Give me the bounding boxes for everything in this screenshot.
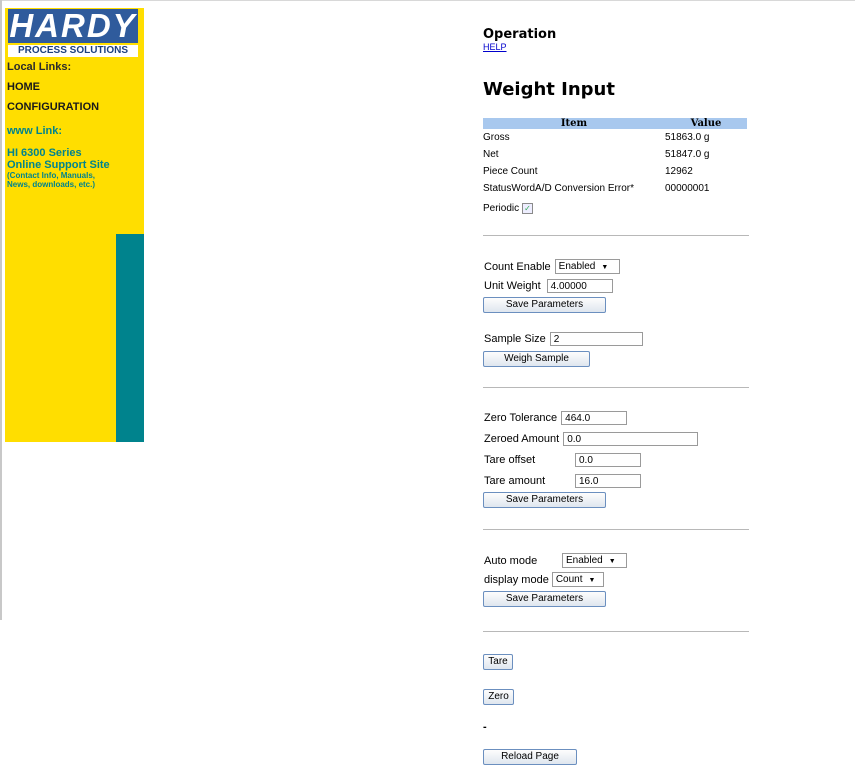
tare-offset-input[interactable]: 0.0 xyxy=(575,453,641,467)
sample-size-input[interactable]: 2 xyxy=(549,332,643,346)
auto-mode-row: Auto mode Enabled ▼ xyxy=(484,553,627,568)
chevron-down-icon: ▼ xyxy=(608,558,616,565)
divider xyxy=(483,529,749,530)
table-row: Net 51847.0 g xyxy=(483,146,747,163)
tare-offset-row: Tare offset 0.0 xyxy=(484,453,641,467)
zero-tolerance-row: Zero Tolerance 464.0 xyxy=(484,411,628,425)
unit-weight-input[interactable]: 4.00000 xyxy=(546,279,613,293)
periodic-checkbox[interactable]: ✓ xyxy=(521,203,533,214)
column-header-item: Item xyxy=(483,118,665,129)
status-indicator: - xyxy=(483,721,487,733)
zero-tolerance-label: Zero Tolerance xyxy=(484,412,558,424)
periodic-label: Periodic xyxy=(483,203,520,215)
row-item-piece-count: Piece Count xyxy=(483,166,538,177)
page-title: Weight Input xyxy=(483,79,615,100)
display-mode-label: display mode xyxy=(484,573,549,586)
weigh-sample-button[interactable]: Weigh Sample xyxy=(483,351,590,367)
row-item-net: Net xyxy=(483,149,499,160)
count-enable-label: Count Enable xyxy=(484,260,551,273)
save-parameters-button[interactable]: Save Parameters xyxy=(483,591,606,607)
reload-page-button[interactable]: Reload Page xyxy=(483,749,577,765)
tare-offset-label: Tare offset xyxy=(484,454,536,466)
chevron-down-icon: ▼ xyxy=(601,264,609,271)
count-enable-select[interactable]: Enabled ▼ xyxy=(554,259,620,274)
zero-tolerance-input[interactable]: 464.0 xyxy=(561,411,628,425)
support-line-contact: (Contact Info, Manuals, xyxy=(7,171,95,180)
column-header-value: Value xyxy=(665,118,747,129)
display-mode-value: Count xyxy=(555,574,583,585)
sample-size-row: Sample Size 2 xyxy=(484,332,643,346)
table-row: Gross 51863.0 g xyxy=(483,129,747,146)
logo-subtitle: PROCESS SOLUTIONS xyxy=(8,45,138,57)
display-mode-row: display mode Count ▼ xyxy=(484,572,604,587)
sidebar-links: Local Links: HOME CONFIGURATION www Link… xyxy=(7,61,139,189)
display-mode-select[interactable]: Count ▼ xyxy=(551,572,604,587)
row-value-gross: 51863.0 g xyxy=(665,132,710,143)
support-line-series: HI 6300 Series xyxy=(7,147,82,159)
local-links-heading: Local Links: xyxy=(7,61,72,73)
row-item-gross: Gross xyxy=(483,132,510,143)
table-row: Piece Count 12962 xyxy=(483,163,747,180)
operation-title: Operation xyxy=(483,27,557,42)
save-parameters-button[interactable]: Save Parameters xyxy=(483,297,606,313)
row-value-piece-count: 12962 xyxy=(665,166,693,177)
tare-amount-row: Tare amount 16.0 xyxy=(484,474,641,488)
support-site-link[interactable]: HI 6300 Series Online Support Site (Cont… xyxy=(7,147,139,189)
sidebar-link-configuration[interactable]: CONFIGURATION xyxy=(7,101,139,113)
unit-weight-label: Unit Weight xyxy=(484,280,541,292)
count-enable-value: Enabled xyxy=(558,261,596,272)
periodic-row: Periodic ✓ xyxy=(483,203,533,214)
save-parameters-button[interactable]: Save Parameters xyxy=(483,492,606,508)
row-item-status-word: StatusWordA/D Conversion Error* xyxy=(483,183,634,194)
sidebar-link-home[interactable]: HOME xyxy=(7,81,139,93)
zeroed-amount-row: Zeroed Amount 0.0 xyxy=(484,432,699,446)
table-row: StatusWordA/D Conversion Error* 00000001 xyxy=(483,180,747,197)
logo-wordmark: HARDY xyxy=(8,7,138,44)
support-line-site: Online Support Site xyxy=(7,159,110,171)
auto-mode-label: Auto mode xyxy=(484,554,538,567)
help-link[interactable]: HELP xyxy=(483,42,773,52)
zeroed-amount-input[interactable]: 0.0 xyxy=(563,432,699,446)
left-edge xyxy=(0,0,2,620)
support-line-news: News, downloads, etc.) xyxy=(7,180,96,189)
sample-size-label: Sample Size xyxy=(484,333,546,345)
row-value-status-word: 00000001 xyxy=(665,183,710,194)
www-link-heading: www Link: xyxy=(7,125,62,137)
tare-button[interactable]: Tare xyxy=(483,654,513,670)
tare-amount-label: Tare amount xyxy=(484,475,546,487)
unit-weight-row: Unit Weight 4.00000 xyxy=(484,279,613,293)
tare-amount-input[interactable]: 16.0 xyxy=(575,474,641,488)
chevron-down-icon: ▼ xyxy=(588,577,596,584)
zeroed-amount-label: Zeroed Amount xyxy=(484,433,560,445)
row-value-net: 51847.0 g xyxy=(665,149,710,160)
zero-button[interactable]: Zero xyxy=(483,689,514,705)
divider xyxy=(483,631,749,632)
count-enable-row: Count Enable Enabled ▼ xyxy=(484,259,620,274)
weight-table: Item Value Gross 51863.0 g Net 51847.0 g… xyxy=(483,118,747,197)
sidebar-accent-bar xyxy=(116,234,144,442)
hardy-logo: HARDY PROCESS SOLUTIONS xyxy=(8,9,138,57)
page-header: Operation HELP xyxy=(483,27,773,53)
auto-mode-select[interactable]: Enabled ▼ xyxy=(562,553,627,568)
auto-mode-value: Enabled xyxy=(566,555,603,566)
top-border xyxy=(0,0,855,1)
divider xyxy=(483,235,749,236)
divider xyxy=(483,387,749,388)
